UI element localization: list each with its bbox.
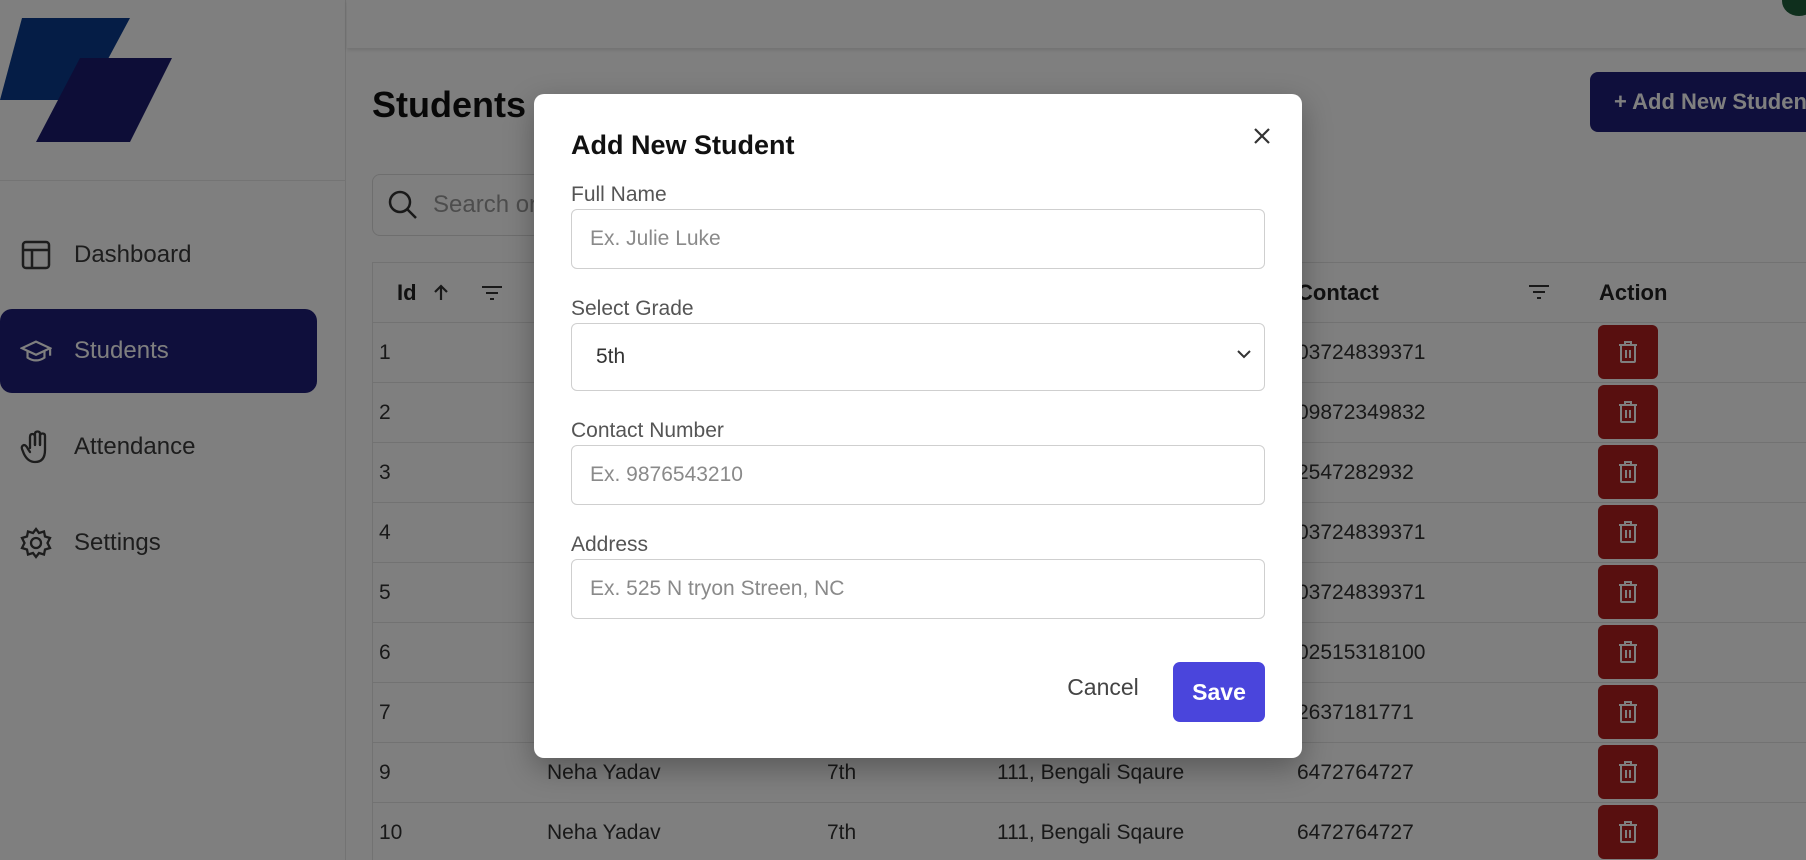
grade-select-value: 5th bbox=[596, 345, 626, 368]
save-button[interactable]: Save bbox=[1173, 662, 1265, 722]
full-name-label: Full Name bbox=[571, 183, 667, 206]
grade-select[interactable]: 5th bbox=[571, 323, 1265, 391]
contact-number-input[interactable] bbox=[571, 445, 1265, 505]
modal-title: Add New Student bbox=[571, 130, 795, 160]
close-icon bbox=[1254, 128, 1270, 144]
add-student-modal: Add New Student Full Name Select Grade 5… bbox=[534, 94, 1302, 758]
grade-label: Select Grade bbox=[571, 297, 694, 320]
address-label: Address bbox=[571, 533, 649, 556]
close-button[interactable] bbox=[1244, 118, 1280, 154]
chevron-down-icon bbox=[1237, 350, 1251, 359]
cancel-button[interactable]: Cancel bbox=[1054, 662, 1152, 712]
full-name-input[interactable] bbox=[571, 209, 1265, 269]
contact-number-label: Contact Number bbox=[571, 419, 724, 442]
address-input[interactable] bbox=[571, 559, 1265, 619]
